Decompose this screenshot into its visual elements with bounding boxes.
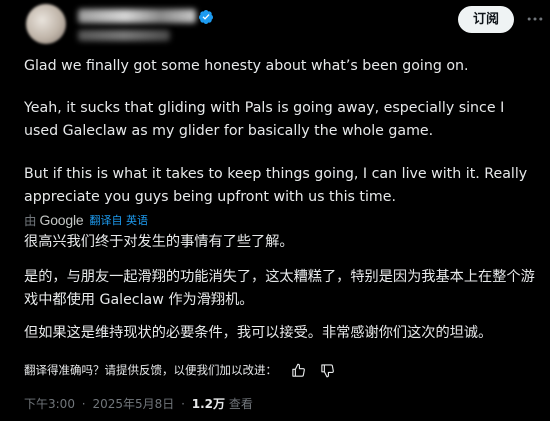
google-logo: Google <box>39 211 84 228</box>
avatar[interactable] <box>26 4 66 44</box>
post-paragraph: But if this is what it takes to keep thi… <box>24 166 528 205</box>
post-date[interactable]: 2025年5月8日 <box>92 397 174 411</box>
translated-paragraph: 很高兴我们终于对发生的事情有了些了解。 <box>24 234 294 250</box>
display-name-redacted[interactable] <box>78 9 196 23</box>
post-meta: 下午3:00 · 2025年5月8日 · 1.2万 查看 <box>24 395 253 412</box>
post: 订阅 Glad we finally got some honesty abou… <box>0 0 550 421</box>
more-options-icon[interactable] <box>525 9 545 29</box>
thumbs-up-icon[interactable] <box>291 363 306 378</box>
meta-separator: · <box>81 397 86 411</box>
views-label: 查看 <box>228 397 253 411</box>
translated-from-link[interactable]: 翻译自 英语 <box>89 212 148 228</box>
translation-feedback: 翻译得准确吗？请提供反馈，以便我们加以改进： <box>24 362 335 378</box>
verified-badge-icon <box>198 10 213 24</box>
post-time[interactable]: 下午3:00 <box>24 397 75 411</box>
thumbs-down-icon[interactable] <box>320 363 335 378</box>
handle-redacted[interactable] <box>78 30 170 41</box>
views-count: 1.2万 <box>191 397 225 411</box>
post-paragraph: Yeah, it sucks that gliding with Pals is… <box>24 100 505 139</box>
translation-attribution: 由 Google 翻译自 英语 <box>24 210 148 229</box>
translated-paragraph: 但如果这是维持现状的必要条件，我可以接受。非常感谢你们这次的坦诚。 <box>24 325 493 341</box>
translated-by-label: 由 <box>24 213 37 228</box>
translated-paragraph: 是的，与朋友一起滑翔的功能消失了，这太糟糕了，特别是因为我基本上在整个游戏中都使… <box>24 269 535 308</box>
meta-separator: · <box>181 397 185 411</box>
feedback-prompt: 翻译得准确吗？请提供反馈，以便我们加以改进： <box>24 363 277 377</box>
post-paragraph: Glad we finally got some honesty about w… <box>24 58 469 74</box>
subscribe-button[interactable]: 订阅 <box>458 6 514 33</box>
